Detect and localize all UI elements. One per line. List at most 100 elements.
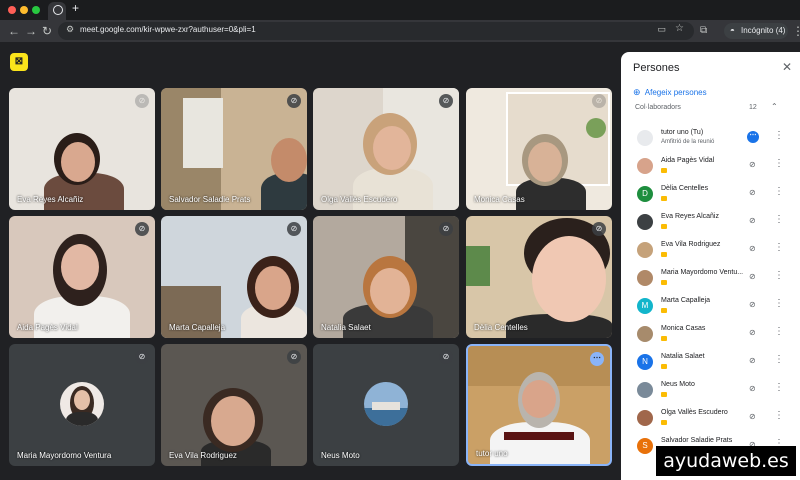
participant-name: Olga Vallès Escudero	[321, 195, 398, 204]
participant-name: Maria Mayordomo Ventu...	[661, 269, 744, 276]
forward-icon[interactable]: →	[25, 23, 37, 39]
add-people-label: Afegeix persones	[644, 88, 707, 97]
video-tile[interactable]: Maria Mayordomo Ventura ⊘	[9, 344, 155, 466]
video-tile[interactable]: Marta Capalleja ⊘	[161, 216, 307, 338]
mic-off-icon: ⊘	[287, 94, 301, 108]
participant-row[interactable]: N Natalia Salaet ⊘ ⋮	[621, 348, 800, 376]
participant-name: Dèlia Centelles	[661, 185, 709, 192]
participant-menu-icon[interactable]: ⋮	[774, 214, 784, 225]
participant-name: Salvador Saladie Prats	[169, 195, 251, 204]
mic-off-icon[interactable]: ⊘	[749, 272, 756, 281]
avatar	[637, 158, 653, 174]
participant-name: Salvador Saladie Prats	[661, 437, 733, 444]
mic-off-icon: ⊘	[592, 222, 606, 236]
participant-menu-icon[interactable]: ⋮	[774, 298, 784, 309]
incognito-indicator[interactable]: ◓ Incógnito (4)	[724, 23, 788, 39]
new-tab-button[interactable]: +	[72, 1, 79, 15]
bookmark-star-icon[interactable]: ☆	[675, 23, 684, 34]
maximize-window-button[interactable]	[32, 6, 40, 14]
video-tile[interactable]: Dèlia Centelles ⊘	[466, 216, 612, 338]
collaborator-badge-icon	[661, 336, 667, 341]
address-bar[interactable]: ⚙ meet.google.com/kir-wpwe-zxr?authuser=…	[58, 22, 694, 40]
participant-name: Olga Vallès Escudero	[661, 409, 728, 416]
participant-row[interactable]: Neus Moto ⊘ ⋮	[621, 376, 800, 404]
browser-menu-icon[interactable]: ⋮	[792, 23, 800, 39]
reload-icon[interactable]: ↻	[42, 23, 52, 39]
avatar	[637, 270, 653, 286]
collaborator-badge-icon	[661, 252, 667, 257]
participant-name: Aida Pagès Vidal	[17, 323, 78, 332]
watermark: ayudaweb.es	[656, 446, 796, 476]
participant-name: Eva Reyes Alcañiz	[17, 195, 84, 204]
participant-name: Monica Casas	[474, 195, 525, 204]
video-tile[interactable]: Eva Reyes Alcañiz ⊘	[9, 88, 155, 210]
mic-off-icon: ⊘	[135, 350, 149, 364]
close-icon[interactable]: ✕	[782, 60, 792, 74]
back-icon[interactable]: ←	[8, 23, 20, 39]
participant-row[interactable]: tutor uno (Tu) Amfitrió de la reunió ⋯ ⋮	[621, 124, 800, 152]
participant-menu-icon[interactable]: ⋮	[774, 410, 784, 421]
collaborator-badge-icon	[661, 420, 667, 425]
video-tile[interactable]: Aida Pagès Vidal ⊘	[9, 216, 155, 338]
video-tile[interactable]: Olga Vallès Escudero ⊘	[313, 88, 459, 210]
mic-off-icon[interactable]: ⊘	[749, 188, 756, 197]
mic-off-icon: ⊘	[439, 350, 453, 364]
browser-tab[interactable]	[48, 2, 66, 20]
video-tile[interactable]: Natalia Salaet ⊘	[313, 216, 459, 338]
collaborator-badge-icon	[661, 280, 667, 285]
video-tile[interactable]: Neus Moto ⊘	[313, 344, 459, 466]
mic-off-icon[interactable]: ⊘	[749, 384, 756, 393]
participant-row[interactable]: Olga Vallès Escudero ⊘ ⋮	[621, 404, 800, 432]
video-tile[interactable]: Salvador Saladie Prats ⊘	[161, 88, 307, 210]
participant-name: Neus Moto	[321, 451, 360, 460]
mic-off-icon[interactable]: ⊘	[749, 300, 756, 309]
mic-off-icon[interactable]: ⊘	[749, 160, 756, 169]
participant-row[interactable]: M Marta Capalleja ⊘ ⋮	[621, 292, 800, 320]
participant-menu-icon[interactable]: ⋮	[774, 186, 784, 197]
participant-menu-icon[interactable]: ⋮	[774, 242, 784, 253]
camera-indicator-icon[interactable]: ▭	[657, 24, 666, 35]
participant-menu-icon[interactable]: ⋮	[774, 130, 784, 141]
browser-tabstrip: +	[0, 0, 800, 20]
panel-title: Persones	[633, 62, 680, 74]
video-tile[interactable]: Eva Vila Rodriguez ⊘	[161, 344, 307, 466]
minimize-window-button[interactable]	[20, 6, 28, 14]
mic-off-icon: ⊘	[287, 350, 301, 364]
avatar	[637, 214, 653, 230]
participant-menu-icon[interactable]: ⋮	[774, 158, 784, 169]
participant-menu-icon[interactable]: ⋮	[774, 326, 784, 337]
participant-row[interactable]: Eva Vila Rodriguez ⊘ ⋮	[621, 236, 800, 264]
mic-off-icon[interactable]: ⊘	[749, 412, 756, 421]
participant-row[interactable]: D Dèlia Centelles ⊘ ⋮	[621, 180, 800, 208]
video-tile[interactable]: tutor uno ⋯	[466, 344, 612, 466]
site-info-icon[interactable]: ⚙	[66, 24, 74, 35]
collaborator-badge-icon	[661, 392, 667, 397]
collaborator-badge-icon	[661, 168, 667, 173]
more-options-icon[interactable]: ⋯	[747, 131, 759, 143]
more-options-icon[interactable]: ⋯	[590, 352, 604, 366]
add-people-button[interactable]: ⊕ Afegeix persones	[633, 87, 707, 98]
extensions-icon[interactable]: ⧉	[700, 23, 707, 39]
participant-row[interactable]: Eva Reyes Alcañiz ⊘ ⋮	[621, 208, 800, 236]
participant-avatar	[364, 382, 408, 426]
mic-off-icon[interactable]: ⊘	[749, 244, 756, 253]
incognito-icon: ◓	[730, 26, 735, 35]
mic-off-icon[interactable]: ⊘	[749, 216, 756, 225]
participant-menu-icon[interactable]: ⋮	[774, 270, 784, 281]
mic-off-icon: ⊘	[592, 94, 606, 108]
video-tile[interactable]: Monica Casas ⊘	[466, 88, 612, 210]
chevron-up-icon[interactable]: ⌃	[771, 102, 778, 111]
participant-row[interactable]: Monica Casas ⊘ ⋮	[621, 320, 800, 348]
close-window-button[interactable]	[8, 6, 16, 14]
mic-off-icon[interactable]: ⊘	[749, 356, 756, 365]
participant-row[interactable]: Aida Pagès Vidal ⊘ ⋮	[621, 152, 800, 180]
participant-menu-icon[interactable]: ⋮	[774, 354, 784, 365]
participant-name: tutor uno (Tu)	[661, 129, 704, 136]
mic-off-icon[interactable]: ⊘	[749, 328, 756, 337]
participant-menu-icon[interactable]: ⋮	[774, 382, 784, 393]
captions-off-icon[interactable]: ⊠	[10, 53, 28, 71]
incognito-label: Incógnito (4)	[741, 26, 786, 35]
meet-stage: ⊠ Eva Reyes Alcañiz ⊘ Salvador Saladie P…	[0, 42, 620, 480]
participant-row[interactable]: Maria Mayordomo Ventu... ⊘ ⋮	[621, 264, 800, 292]
participant-name: Marta Capalleja	[169, 323, 226, 332]
